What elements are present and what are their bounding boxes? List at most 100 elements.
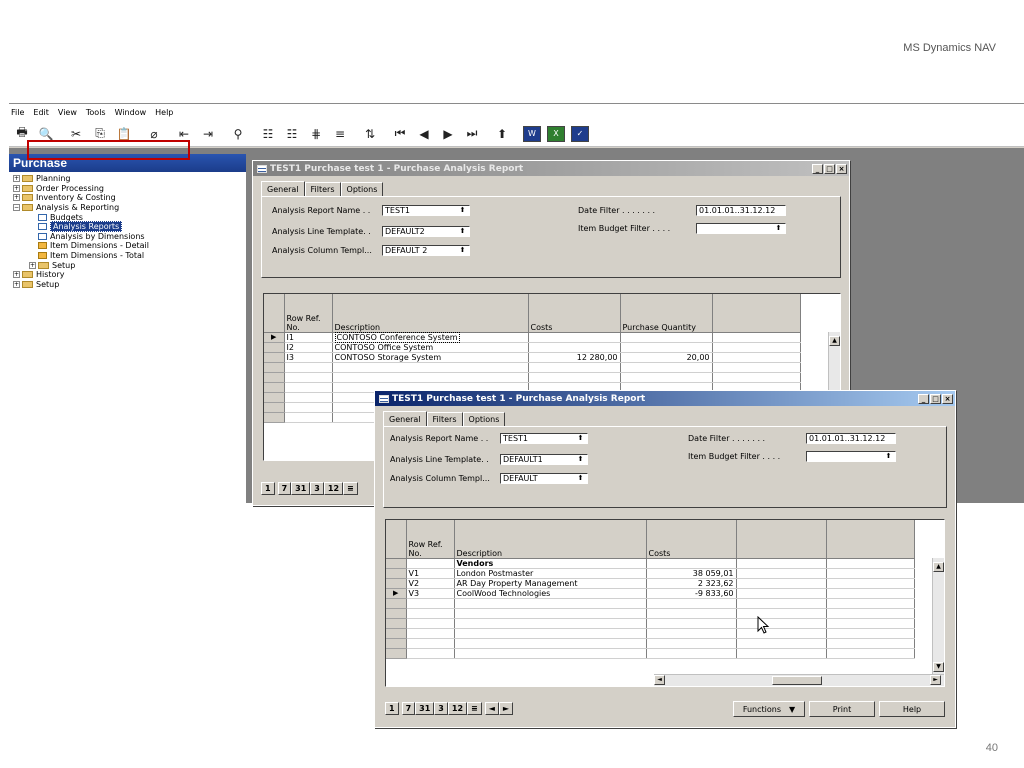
table-cell[interactable]: 20,00 (620, 352, 713, 363)
period-button[interactable]: 3 (434, 702, 448, 715)
horizontal-scrollbar[interactable]: ◄ ► (654, 674, 944, 686)
indent-right-icon[interactable]: ⇥ (199, 126, 217, 142)
table-cell[interactable] (620, 332, 713, 343)
nav-tree-item[interactable]: + Inventory & Costing (9, 193, 246, 203)
date-filter-field[interactable]: 01.01.01..31.12.12 (806, 433, 896, 444)
date-filter-field[interactable]: 01.01.01..31.12.12 (696, 205, 786, 216)
expand-icon[interactable]: + (13, 194, 20, 202)
scroll-up-icon[interactable]: ▲ (933, 562, 944, 572)
scroll-right-icon[interactable]: ► (930, 675, 941, 685)
table-cell[interactable] (826, 638, 915, 649)
column-template-field[interactable]: DEFAULT 2 ⬆ (382, 245, 470, 256)
table-cell[interactable]: AR Day Property Management (454, 578, 647, 589)
table-cell[interactable]: I3 (284, 352, 333, 363)
lookup-icon[interactable]: ⬆ (457, 246, 468, 255)
period-button[interactable]: 31 (291, 482, 311, 495)
column-header[interactable]: Costs (646, 520, 737, 559)
period-button[interactable]: 3 (310, 482, 324, 495)
row-selector[interactable] (264, 412, 285, 423)
table-cell[interactable] (406, 608, 455, 619)
period-button[interactable]: ► (498, 702, 514, 715)
table-cell[interactable] (406, 618, 455, 629)
sort-icon[interactable]: ⇅ (361, 126, 379, 142)
table-cell[interactable] (284, 382, 333, 393)
column-header[interactable]: Row Ref. No. (406, 520, 455, 559)
help-button[interactable]: Help (879, 701, 945, 717)
row-selector[interactable] (386, 618, 407, 629)
last-record-icon[interactable]: ⏭ (463, 126, 481, 142)
lookup-icon[interactable]: ⬆ (575, 434, 586, 443)
column-header[interactable] (736, 520, 827, 559)
scroll-thumb[interactable] (772, 676, 822, 685)
row-selector[interactable] (386, 608, 407, 619)
nav-tree-item[interactable]: Item Dimensions - Total (9, 251, 246, 261)
column-header[interactable]: Description (332, 294, 529, 333)
table-cell[interactable] (454, 638, 647, 649)
table-cell[interactable] (454, 628, 647, 639)
expand-icon[interactable]: + (13, 271, 20, 279)
table-cell[interactable] (736, 568, 827, 579)
table-cell[interactable] (736, 638, 827, 649)
row-selector[interactable] (264, 352, 285, 363)
table-cell[interactable]: Vendors (454, 558, 647, 569)
row-selector[interactable] (386, 558, 407, 569)
nav-tree-item[interactable]: Analysis by Dimensions (9, 232, 246, 242)
maximize-button[interactable]: □ (824, 163, 835, 174)
column-header[interactable]: Row Ref. No. (284, 294, 333, 333)
tab-filters[interactable]: Filters (304, 182, 341, 196)
table-cell[interactable] (454, 618, 647, 629)
table-cell[interactable] (736, 578, 827, 589)
table-cell[interactable] (646, 638, 737, 649)
table-cell[interactable] (332, 362, 529, 373)
list-icon[interactable]: ☷ (259, 126, 277, 142)
table-row[interactable]: ▶ I1 CONTOSO Conference System (264, 331, 801, 343)
row-selector[interactable] (386, 648, 407, 659)
check-icon[interactable]: ✓ (571, 125, 589, 142)
menu-file[interactable]: File (11, 108, 24, 117)
column-header[interactable] (712, 294, 801, 333)
table-cell[interactable] (712, 342, 801, 353)
table-cell[interactable] (712, 332, 801, 343)
form-icon[interactable]: ☷ (283, 126, 301, 142)
table-cell[interactable] (826, 568, 915, 579)
table-cell[interactable] (454, 598, 647, 609)
filter-icon[interactable]: ⋕ (307, 126, 325, 142)
period-button[interactable]: ≡ (467, 702, 482, 715)
row-selector[interactable] (264, 362, 285, 373)
table-row[interactable]: ▶ V3 CoolWood Technologies -9 833,60 (386, 588, 915, 599)
menu-tools[interactable]: Tools (86, 108, 106, 117)
table-cell[interactable] (528, 372, 621, 383)
table-cell[interactable] (826, 578, 915, 589)
table-cell[interactable] (646, 598, 737, 609)
minimize-button[interactable]: _ (812, 163, 823, 174)
collapse-icon[interactable]: − (13, 204, 20, 212)
period-button[interactable]: 7 (401, 702, 416, 715)
table-cell[interactable] (736, 558, 827, 569)
table-cell[interactable] (736, 598, 827, 609)
nav-tree-item[interactable]: + Setup (9, 280, 246, 290)
close-button[interactable]: × (942, 393, 953, 404)
table-cell[interactable] (406, 558, 455, 569)
table-cell[interactable] (528, 342, 621, 353)
table-cell[interactable] (284, 412, 333, 423)
up-icon[interactable]: ⬆ (493, 126, 511, 142)
line-template-field[interactable]: DEFAULT1 ⬆ (500, 454, 588, 465)
lookup-icon[interactable]: ⬆ (457, 206, 468, 215)
table-cell[interactable] (620, 362, 713, 373)
table-cell[interactable] (406, 648, 455, 659)
expand-icon[interactable]: + (13, 175, 20, 183)
tab-options[interactable]: Options (462, 412, 506, 426)
table-cell[interactable] (406, 628, 455, 639)
period-button[interactable]: 31 (415, 702, 435, 715)
period-button[interactable]: 7 (277, 482, 292, 495)
table-row[interactable] (386, 638, 915, 649)
tab-options[interactable]: Options (340, 182, 384, 196)
table-cell[interactable] (284, 372, 333, 383)
table-cell[interactable] (284, 362, 333, 373)
row-selector[interactable] (386, 638, 407, 649)
budget-filter-field[interactable]: ⬆ (806, 451, 896, 462)
row-selector[interactable]: ▶ (264, 332, 285, 343)
excel-icon[interactable]: X (547, 125, 565, 142)
row-selector[interactable] (264, 392, 285, 403)
table-cell[interactable] (646, 608, 737, 619)
